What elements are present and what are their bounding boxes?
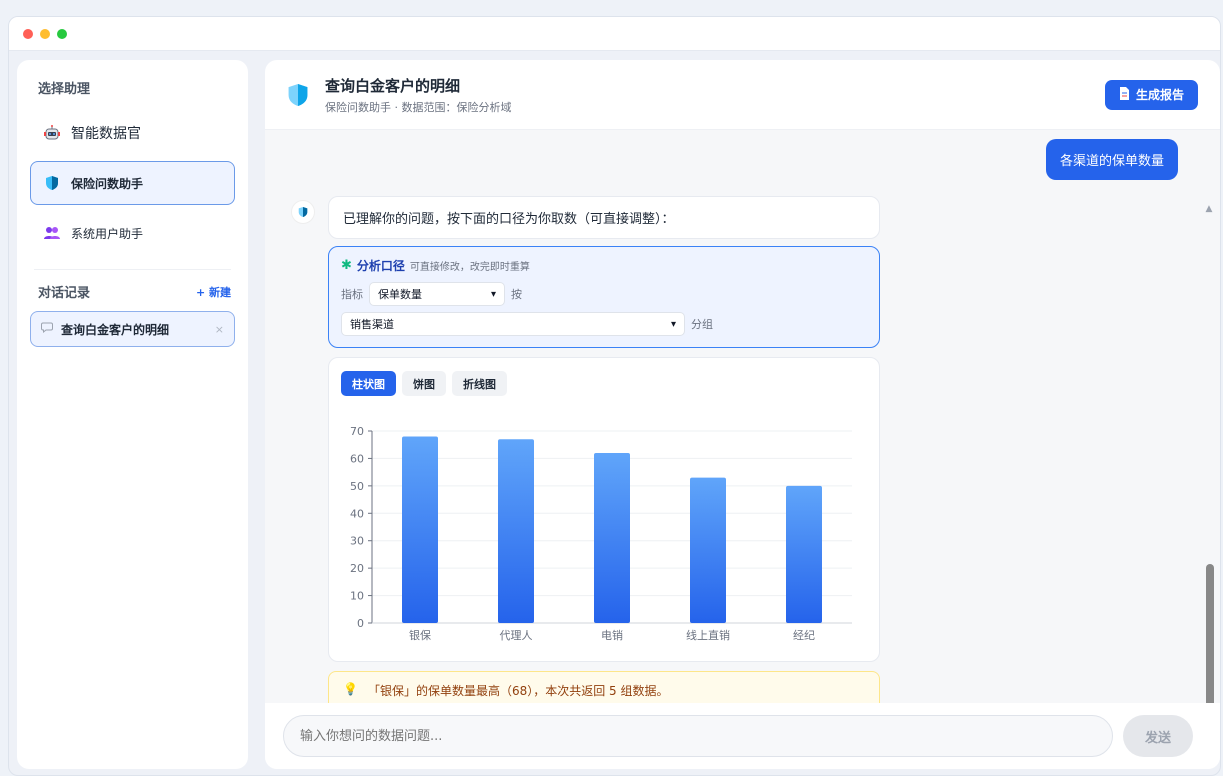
group-row: 销售渠道 ▾ 分组 [341, 312, 867, 336]
assistant-item-insurance[interactable]: 保险问数助手 [30, 161, 235, 205]
x-tick-label: 线上直销 [686, 628, 730, 642]
metric-label: 指标 [341, 288, 363, 301]
chat-bubble-icon [41, 322, 53, 336]
group-select-value: 销售渠道 [350, 318, 394, 331]
window-maximize-dot[interactable] [57, 28, 67, 39]
gear-sparkle-icon: ✱ [341, 258, 352, 273]
bar[interactable] [690, 477, 726, 623]
history-item-delete-button[interactable]: × [215, 323, 224, 336]
bot-message: 已理解你的问题，按下面的口径为你取数（可直接调整）： [328, 196, 880, 239]
chart-type-tabs: 柱状图 饼图 折线图 [341, 371, 507, 396]
assistant-section-title: 选择助理 [38, 82, 91, 97]
group-label: 分组 [691, 318, 713, 331]
generate-report-button[interactable]: 生成报告 [1104, 79, 1198, 110]
send-button[interactable]: 发送 [1123, 715, 1193, 757]
x-tick-label: 银保 [409, 628, 431, 642]
conversation-subtitle: 保险问数助手 · 数据范围：保险分析域 [325, 100, 512, 114]
x-tick-label: 经纪 [793, 629, 815, 642]
x-tick-label: 代理人 [500, 629, 533, 642]
metric-row: 指标 保单数量 ▾ 按 [341, 282, 867, 306]
shield-icon [43, 175, 61, 191]
app-window: 选择助理 智能数据官 保险问数助手 系统用户助手 对话记录 + 新建 查询白金客… [8, 16, 1221, 776]
history-title: 对话记录 [38, 286, 91, 301]
insight-callout: 💡 「银保」的保单数量最高（68），本次共返回 5 组数据。 [328, 671, 880, 703]
lightbulb-icon: 💡 [343, 682, 358, 696]
x-tick-label: 电销 [601, 628, 623, 642]
insight-text: 「银保」的保单数量最高（68），本次共返回 5 组数据。 [367, 684, 669, 698]
bar[interactable] [594, 452, 630, 623]
input-bar: 发送 [265, 703, 1220, 769]
window-close-dot[interactable] [23, 28, 33, 39]
generate-report-label: 生成报告 [1135, 88, 1184, 102]
new-chat-button[interactable]: + 新建 [196, 284, 231, 300]
y-tick-label: 30 [350, 535, 364, 548]
bar-chart: 0 10 20 30 40 50 60 70 银保 代理人 电销 线上直销 经纪 [350, 425, 852, 642]
assistant-label: 智能数据官 [71, 126, 141, 142]
assistant-item-system-user[interactable]: 系统用户助手 [30, 211, 235, 255]
shield-icon [287, 82, 309, 108]
y-tick-label: 0 [357, 617, 364, 630]
y-tick-label: 60 [350, 452, 364, 465]
window-minimize-dot[interactable] [40, 28, 50, 39]
scroll-up-arrow[interactable]: ▲ [1204, 204, 1214, 214]
chevron-down-icon: ▾ [670, 318, 676, 330]
bar[interactable] [786, 485, 822, 623]
users-icon [43, 226, 61, 240]
group-select[interactable]: 销售渠道 ▾ [341, 312, 685, 336]
caliber-title: 分析口径 [356, 259, 405, 273]
bot-avatar [291, 200, 315, 224]
bar[interactable] [402, 436, 438, 623]
caliber-header: ✱ 分析口径 可直接修改，改完即时重算 [341, 257, 867, 274]
chart-card: 柱状图 饼图 折线图 0 10 20 30 40 50 60 70 银保 代理人 电销 线上直销 经纪 [328, 357, 880, 662]
assistant-item-data-officer[interactable]: 智能数据官 [30, 111, 235, 155]
title-bar [9, 17, 1220, 51]
chat-scrollbar[interactable]: ▲ ▼ [1204, 204, 1214, 703]
user-message: 各渠道的保单数量 [1045, 139, 1178, 180]
tab-pie-chart[interactable]: 饼图 [402, 371, 446, 396]
tab-bar-chart[interactable]: 柱状图 [341, 371, 396, 396]
analysis-caliber-panel: ✱ 分析口径 可直接修改，改完即时重算 指标 保单数量 ▾ 按 销售渠道 ▾ 分… [328, 246, 880, 348]
bar[interactable] [498, 439, 534, 623]
scrollbar-thumb[interactable] [1206, 564, 1214, 703]
history-header: 对话记录 + 新建 [38, 282, 231, 302]
conversation-title: 查询白金客户的明细 [325, 76, 461, 95]
by-label: 按 [511, 288, 522, 301]
y-tick-label: 40 [350, 507, 364, 520]
history-item-label: 查询白金客户的明细 [61, 322, 170, 337]
question-input[interactable] [283, 715, 1113, 757]
caliber-description: 可直接修改，改完即时重算 [409, 262, 530, 273]
y-tick-label: 50 [350, 480, 364, 493]
robot-icon [43, 124, 61, 142]
sidebar-divider [34, 269, 231, 270]
main-panel: 查询白金客户的明细 保险问数助手 · 数据范围：保险分析域 生成报告 各渠道的保… [265, 60, 1220, 769]
y-tick-label: 70 [350, 425, 364, 438]
sidebar: 选择助理 智能数据官 保险问数助手 系统用户助手 对话记录 + 新建 查询白金客… [17, 60, 248, 769]
document-icon [1119, 86, 1130, 103]
metric-select-value: 保单数量 [378, 288, 422, 301]
tab-line-chart[interactable]: 折线图 [452, 371, 507, 396]
metric-select[interactable]: 保单数量 ▾ [369, 282, 505, 306]
history-item[interactable]: 查询白金客户的明细 × [30, 311, 235, 347]
conversation-header: 查询白金客户的明细 保险问数助手 · 数据范围：保险分析域 生成报告 [265, 60, 1220, 130]
assistant-label: 保险问数助手 [71, 176, 144, 191]
chat-area[interactable]: 各渠道的保单数量 已理解你的问题，按下面的口径为你取数（可直接调整）： ✱ 分析… [265, 130, 1220, 703]
assistant-label: 系统用户助手 [71, 226, 144, 241]
y-tick-label: 20 [350, 562, 364, 575]
y-tick-label: 10 [350, 590, 364, 603]
chevron-down-icon: ▾ [490, 288, 496, 300]
